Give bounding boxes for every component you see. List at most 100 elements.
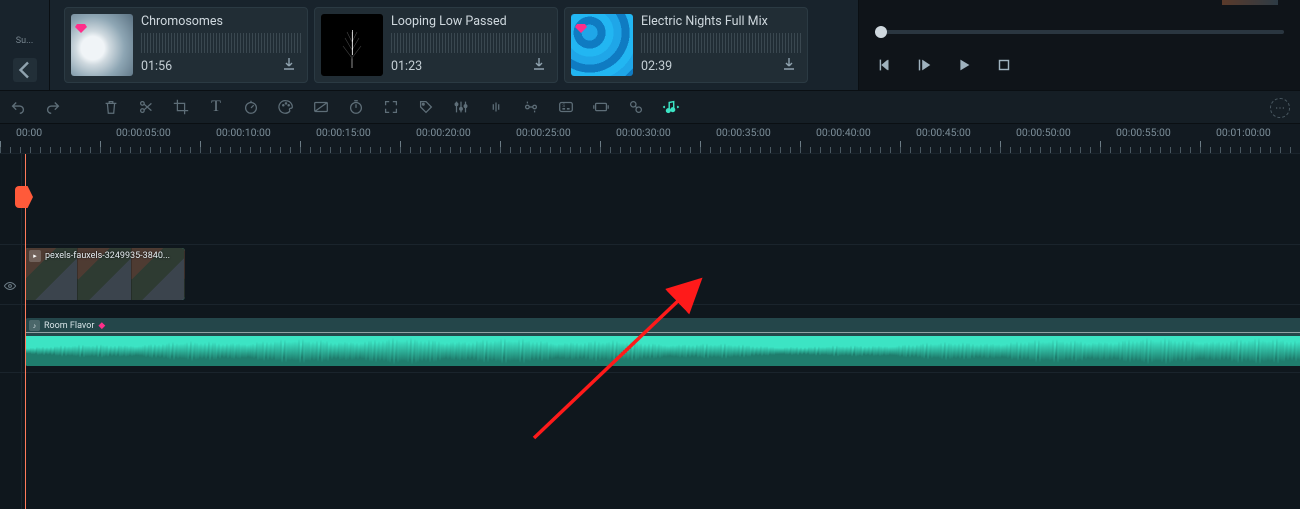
ruler-label: 00:00:30:00	[616, 126, 671, 139]
card-thumbnail	[71, 14, 133, 76]
music-beat-icon	[662, 98, 680, 116]
ruler-label: 00:00:50:00	[1016, 126, 1071, 139]
split-button[interactable]	[136, 97, 156, 117]
library-left-panel: Su...	[0, 0, 50, 90]
timeline-panel[interactable]: ▸ pexels-fauxels-3249935-3840... ♪ Room …	[0, 154, 1300, 509]
download-icon	[281, 56, 297, 72]
video-clip[interactable]: ▸ pexels-fauxels-3249935-3840...	[25, 248, 185, 300]
ruler-label: 00:00:40:00	[816, 126, 871, 139]
ruler-label: 00:00:05:00	[116, 126, 171, 139]
card-duration: 01:56	[141, 59, 301, 74]
card-waveform	[141, 33, 301, 53]
premium-diamond-icon	[325, 18, 337, 30]
crop-button[interactable]	[171, 97, 191, 117]
audio-clip[interactable]: ♪ Room Flavor ◆	[25, 318, 1300, 366]
ruler-label: 00:00:25:00	[516, 126, 571, 139]
step-back-button[interactable]	[875, 56, 893, 78]
step-back-icon	[875, 56, 893, 74]
premium-diamond-icon	[575, 18, 587, 30]
track-visibility-toggle[interactable]	[3, 278, 17, 297]
ruler-label: 00:00:20:00	[416, 126, 471, 139]
ruler-ticks	[0, 139, 1300, 153]
clip-media-icon: ▸	[29, 250, 41, 262]
audio-mixer-button[interactable]	[486, 97, 506, 117]
timeline-toolbar: T S ⋯	[0, 90, 1300, 124]
subtitle-icon: S	[557, 98, 575, 116]
scissors-icon	[137, 98, 155, 116]
lib-nav-truncated: Su...	[16, 36, 33, 46]
card-title: Electric Nights Full Mix	[641, 14, 801, 29]
preview-scrubber[interactable]	[875, 30, 1284, 34]
redo-button[interactable]	[43, 97, 63, 117]
library-card[interactable]: Chromosomes 01:56	[64, 7, 308, 83]
card-duration: 02:39	[641, 59, 801, 74]
play-from-start-button[interactable]	[915, 56, 933, 78]
ruler-label: 00:01:00:00	[1216, 126, 1271, 139]
render-button[interactable]	[591, 97, 611, 117]
beat-detection-button[interactable]	[661, 97, 681, 117]
speed-icon	[242, 98, 260, 116]
text-button[interactable]: T	[206, 97, 226, 117]
duration-button[interactable]	[346, 97, 366, 117]
stop-button[interactable]	[995, 56, 1013, 78]
download-button[interactable]	[781, 56, 797, 72]
audio-clip-label: Room Flavor	[44, 321, 94, 331]
video-clip-label: pexels-fauxels-3249935-3840...	[45, 251, 170, 261]
card-duration: 01:23	[391, 59, 551, 74]
color-button[interactable]	[276, 97, 296, 117]
premium-diamond-icon: ◆	[98, 321, 105, 331]
delete-button[interactable]	[101, 97, 121, 117]
preview-thumbnail	[1222, 0, 1278, 5]
nav-back-button[interactable]	[13, 58, 37, 82]
ruler-label: 00:00:45:00	[916, 126, 971, 139]
library-card[interactable]: Electric Nights Full Mix 02:39	[564, 7, 808, 83]
link-button[interactable]	[626, 97, 646, 117]
adjust-button[interactable]	[451, 97, 471, 117]
ruler-label: 00:00:15:00	[316, 126, 371, 139]
trash-icon	[102, 98, 120, 116]
card-thumbnail	[571, 14, 633, 76]
play-icon	[955, 56, 973, 74]
marker-button[interactable]	[416, 97, 436, 117]
undo-button[interactable]	[8, 97, 28, 117]
keyframe-button[interactable]	[521, 97, 541, 117]
ruler-label: 00:00:10:00	[216, 126, 271, 139]
library-row: Su... Chromosomes 01:56 Looping Low Passed…	[0, 0, 1300, 90]
download-button[interactable]	[531, 56, 547, 72]
play-button[interactable]	[955, 56, 973, 78]
stopwatch-icon	[347, 98, 365, 116]
audio-clip-divider	[25, 332, 1300, 333]
timeline-ruler[interactable]: 00:00 00:00:05:00 00:00:10:00 00:00:15:00 00…	[0, 124, 1300, 154]
playhead-handle[interactable]	[15, 186, 33, 208]
scrubber-handle[interactable]	[875, 26, 887, 38]
stop-icon	[995, 56, 1013, 74]
card-thumbnail	[321, 14, 383, 76]
text-icon: T	[211, 98, 221, 116]
card-waveform	[391, 33, 551, 53]
render-icon	[592, 98, 610, 116]
mixer-icon	[487, 98, 505, 116]
track-divider	[0, 244, 1300, 245]
mask-button[interactable]	[311, 97, 331, 117]
link-icon	[627, 98, 645, 116]
subtitle-button[interactable]: S	[556, 97, 576, 117]
download-icon	[781, 56, 797, 72]
palette-icon	[277, 98, 295, 116]
fit-button[interactable]	[381, 97, 401, 117]
speed-button[interactable]	[241, 97, 261, 117]
audio-waveform	[25, 336, 1300, 366]
play-start-icon	[915, 56, 933, 74]
card-title: Chromosomes	[141, 14, 301, 29]
undo-icon	[9, 98, 27, 116]
download-button[interactable]	[281, 56, 297, 72]
mask-icon	[312, 98, 330, 116]
ruler-label: 00:00:55:00	[1116, 126, 1171, 139]
fit-icon	[382, 98, 400, 116]
library-cards: Chromosomes01:56Looping Low Passed01:23E…	[50, 1, 822, 89]
toolbar-more-button[interactable]: ⋯	[1270, 98, 1290, 118]
library-card[interactable]: Looping Low Passed01:23	[314, 7, 558, 83]
tag-icon	[417, 98, 435, 116]
ruler-label: 00:00	[16, 126, 42, 139]
svg-text:S: S	[562, 103, 565, 109]
preview-panel	[858, 0, 1300, 90]
